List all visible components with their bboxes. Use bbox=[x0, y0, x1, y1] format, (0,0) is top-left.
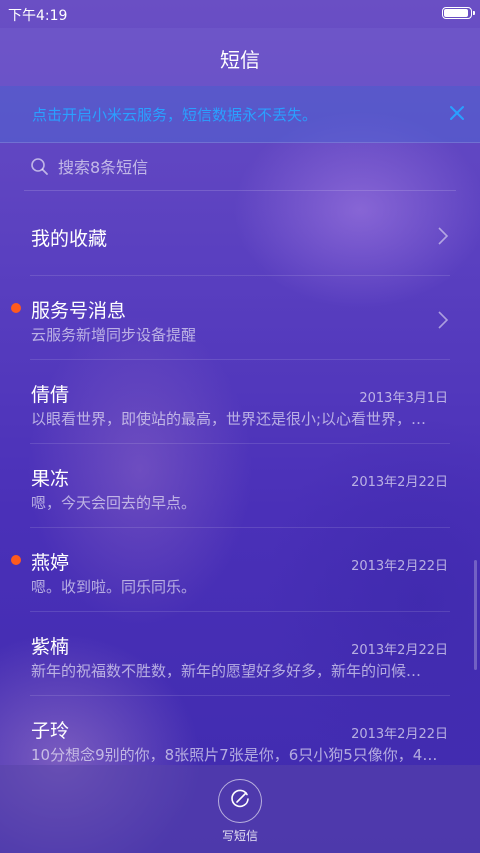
chevron-right-icon bbox=[436, 310, 450, 330]
scrollbar[interactable] bbox=[474, 560, 477, 670]
conversation-name: 倩倩 bbox=[31, 384, 70, 406]
compose-icon bbox=[229, 788, 251, 814]
unread-dot bbox=[11, 303, 21, 313]
list-item-conversation[interactable]: 果冻 2013年2月22日 嗯，今天会回去的早点。 bbox=[0, 444, 480, 528]
list-item-conversation[interactable]: 燕婷 2013年2月22日 嗯。收到啦。同乐同乐。 bbox=[0, 528, 480, 612]
banner-text[interactable]: 点击开启小米云服务，短信数据永不丢失。 bbox=[32, 104, 317, 125]
battery-icon bbox=[442, 7, 475, 19]
unread-dot bbox=[11, 555, 21, 565]
conversation-preview: 嗯，今天会回去的早点。 bbox=[31, 494, 197, 512]
conversation-date: 2013年2月22日 bbox=[351, 559, 448, 574]
conversation-name: 子玲 bbox=[31, 720, 70, 742]
search-input[interactable] bbox=[58, 155, 438, 179]
list-item-conversation[interactable]: 倩倩 2013年3月1日 以眼看世界，即使站的最高，世界还是很小;以心看世界，… bbox=[0, 360, 480, 444]
list-item-service-messages[interactable]: 服务号消息 云服务新增同步设备提醒 bbox=[0, 276, 480, 360]
conversation-preview: 10分想念9别的你，8张照片7张是你，6只小狗5只像你，4… bbox=[31, 746, 438, 764]
search-bar[interactable] bbox=[24, 144, 456, 191]
search-icon bbox=[30, 157, 50, 177]
conversation-name: 我的收藏 bbox=[31, 228, 108, 250]
status-bar: 下午4:19 bbox=[0, 0, 480, 28]
chevron-right-icon bbox=[436, 226, 450, 246]
list-item-conversation[interactable]: 紫楠 2013年2月22日 新年的祝福数不胜数，新年的愿望好多好多，新年的问候… bbox=[0, 612, 480, 696]
conversation-date: 2013年2月22日 bbox=[351, 643, 448, 658]
conversation-date: 2013年3月1日 bbox=[359, 391, 448, 406]
conversation-name: 紫楠 bbox=[31, 636, 70, 658]
list-item-favorites[interactable]: 我的收藏 bbox=[0, 192, 480, 276]
compose-label[interactable]: 写短信 bbox=[0, 827, 480, 844]
conversation-preview: 嗯。收到啦。同乐同乐。 bbox=[31, 578, 197, 596]
compose-button[interactable] bbox=[218, 779, 262, 823]
conversation-name: 服务号消息 bbox=[31, 300, 127, 322]
conversation-preview: 云服务新增同步设备提醒 bbox=[31, 326, 197, 344]
battery-fill bbox=[444, 9, 468, 17]
title-bar: 短信 bbox=[0, 28, 480, 86]
close-icon[interactable] bbox=[440, 96, 474, 130]
conversation-name: 果冻 bbox=[31, 468, 70, 490]
status-time: 下午4:19 bbox=[8, 8, 68, 24]
conversation-date: 2013年2月22日 bbox=[351, 475, 448, 490]
conversation-preview: 以眼看世界，即使站的最高，世界还是很小;以心看世界，… bbox=[31, 410, 427, 428]
cloud-service-banner[interactable]: 点击开启小米云服务，短信数据永不丢失。 bbox=[0, 86, 480, 143]
page-title: 短信 bbox=[220, 48, 260, 72]
conversation-date: 2013年2月22日 bbox=[351, 727, 448, 742]
conversation-name: 燕婷 bbox=[31, 552, 70, 574]
bottom-bar: 写短信 bbox=[0, 765, 480, 853]
conversation-preview: 新年的祝福数不胜数，新年的愿望好多好多，新年的问候… bbox=[31, 662, 422, 680]
